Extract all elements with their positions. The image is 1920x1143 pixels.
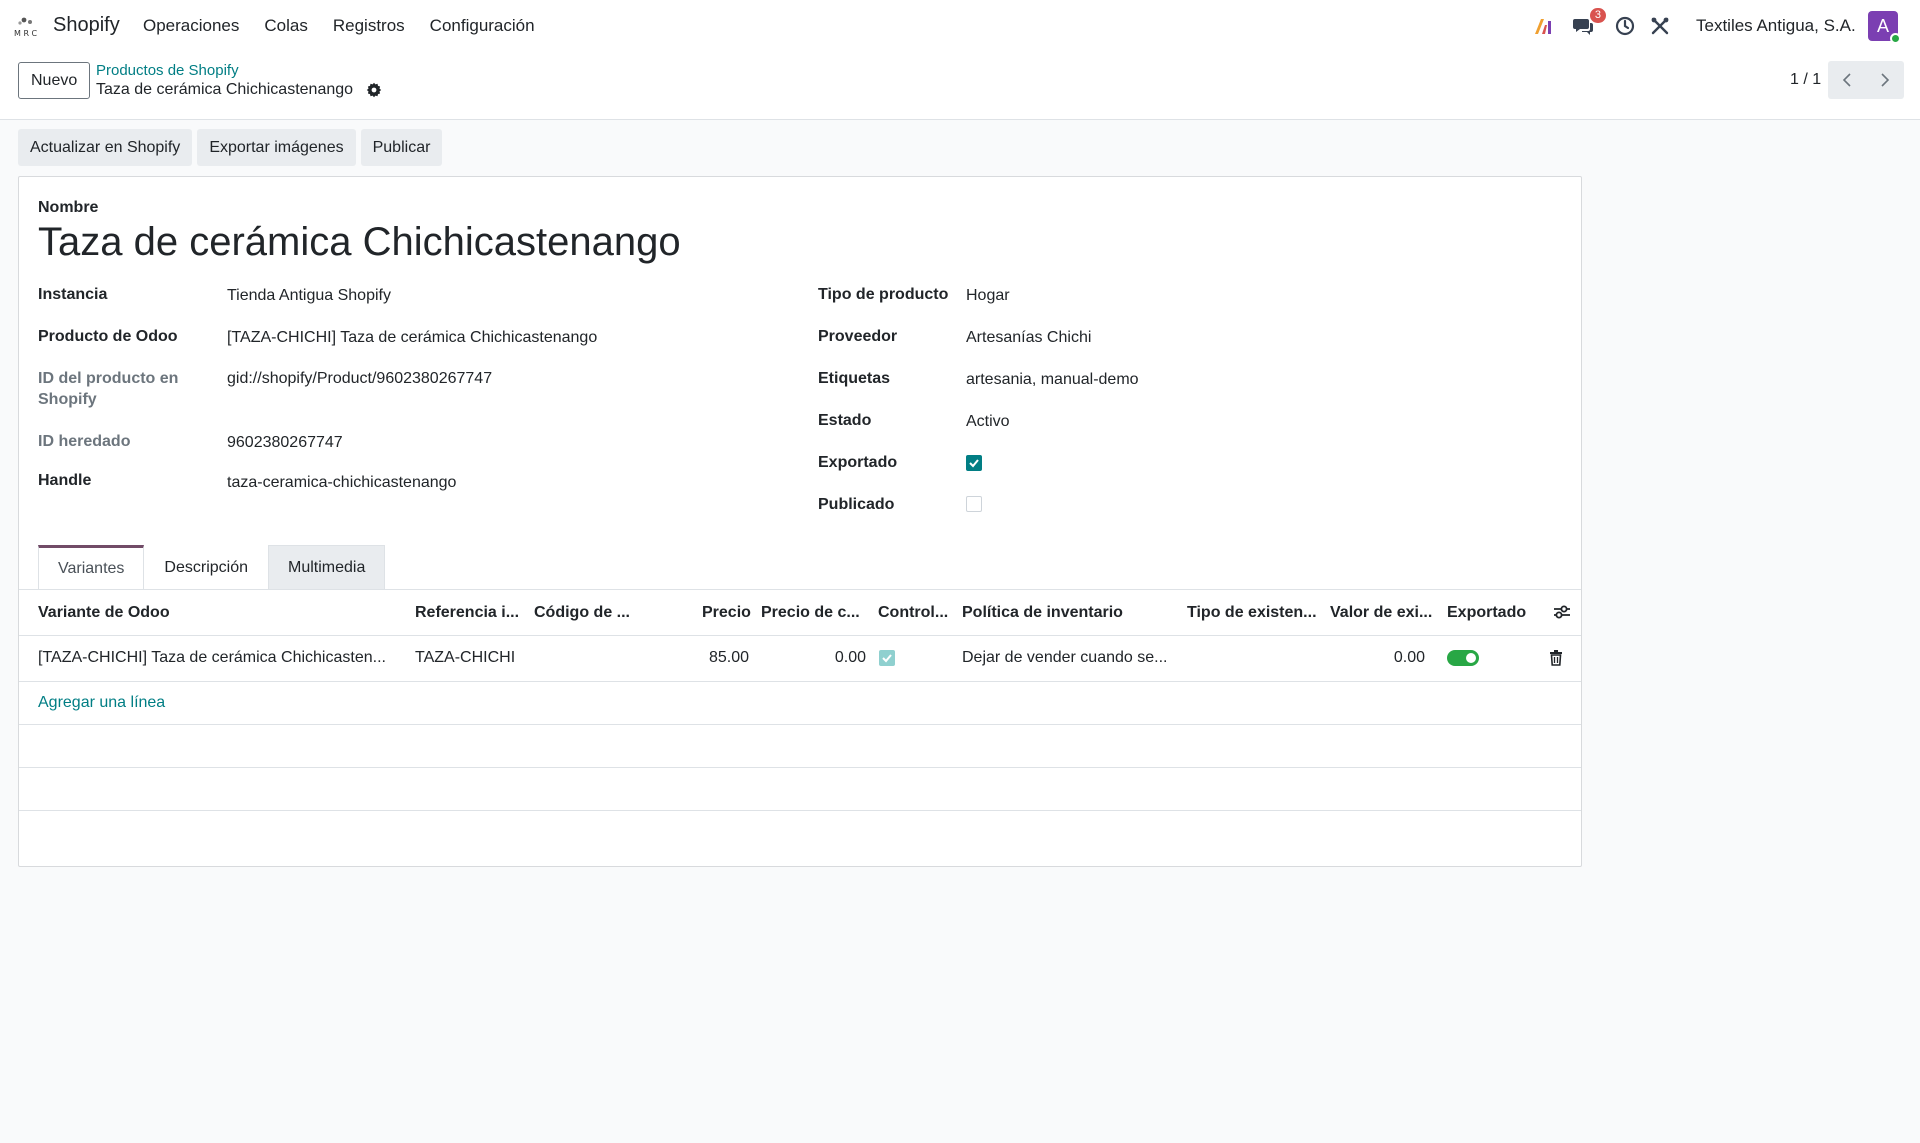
col-codigo[interactable]: Código de ... — [534, 604, 630, 622]
action-buttons: Actualizar en Shopify Exportar imágenes … — [18, 129, 443, 166]
instancia-field[interactable]: Tienda Antigua Shopify — [227, 287, 391, 305]
id-producto-label: ID del producto en Shopify — [38, 370, 178, 412]
avatar-initial: A — [1876, 15, 1889, 36]
cell-exportado-toggle[interactable] — [1447, 650, 1479, 666]
col-control[interactable]: Control... — [878, 604, 948, 622]
control-panel: Nuevo Productos de Shopify Taza de cerám… — [0, 52, 1920, 120]
menu-item-colas[interactable]: Colas — [264, 16, 307, 36]
col-referencia[interactable]: Referencia i... — [415, 604, 519, 622]
exportado-label: Exportado — [818, 454, 898, 471]
id-producto-field: gid://shopify/Product/9602380267747 — [227, 370, 493, 387]
cell-referencia: TAZA-CHICHI — [415, 649, 516, 666]
proveedor-field[interactable]: Artesanías Chichi — [966, 329, 1091, 347]
estado-label: Estado — [818, 412, 872, 429]
table-row[interactable]: [TAZA-CHICHI] Taza de cerámica Chichicas… — [19, 636, 1581, 682]
col-precio[interactable]: Precio — [702, 604, 751, 622]
table-filler-row — [19, 768, 1581, 811]
app-brand[interactable]: Shopify — [53, 14, 120, 37]
optional-columns-icon[interactable] — [1553, 604, 1571, 625]
table-filler-row — [19, 682, 1581, 725]
table-filler-row — [19, 811, 1581, 854]
col-valor-existencia[interactable]: Valor de exi... — [1330, 604, 1432, 622]
handle-field[interactable]: taza-ceramica-chichicastenango — [227, 474, 456, 492]
svg-text:M R C: M R C — [14, 29, 38, 38]
cell-politica: Dejar de vender cuando se... — [962, 649, 1168, 666]
tipo-producto-field[interactable]: Hogar — [966, 287, 1010, 305]
toggle-knob — [1466, 653, 1476, 663]
handle-label: Handle — [38, 472, 92, 489]
form-sheet: Nombre Taza de cerámica Chichicastenango… — [18, 176, 1582, 867]
publicado-checkbox[interactable] — [966, 496, 982, 512]
chevron-left-icon — [1842, 73, 1851, 87]
main-menu: Operaciones Colas Registros Configuració… — [143, 16, 560, 36]
name-field[interactable]: Taza de cerámica Chichicastenango — [38, 220, 681, 265]
instancia-label: Instancia — [38, 286, 108, 303]
id-producto-label-line1: ID del producto en — [38, 370, 179, 387]
trash-icon[interactable] — [1549, 650, 1563, 671]
breadcrumb-parent[interactable]: Productos de Shopify — [96, 62, 239, 79]
id-heredado-label: ID heredado — [38, 433, 131, 450]
pager-value[interactable]: 1 / 1 — [1790, 71, 1821, 89]
messages-badge: 3 — [1589, 8, 1606, 23]
gear-icon[interactable] — [366, 82, 382, 98]
producto-odoo-field[interactable]: [TAZA-CHICHI] Taza de cerámica Chichicas… — [227, 329, 597, 347]
cell-variante: [TAZA-CHICHI] Taza de cerámica Chichicas… — [38, 649, 386, 666]
col-exportado[interactable]: Exportado — [1447, 604, 1526, 622]
menu-item-operaciones[interactable]: Operaciones — [143, 16, 239, 36]
new-button[interactable]: Nuevo — [18, 62, 91, 99]
messages-icon[interactable]: 3 — [1572, 8, 1606, 37]
export-images-button[interactable]: Exportar imágenes — [197, 129, 356, 166]
proveedor-label: Proveedor — [818, 328, 898, 345]
name-label: Nombre — [38, 199, 99, 216]
publicado-label: Publicado — [818, 496, 895, 513]
online-status-dot — [1890, 33, 1901, 44]
apps-menu-icon[interactable]: M R C — [14, 14, 44, 38]
producto-odoo-label: Producto de Odoo — [38, 328, 178, 345]
top-navbar: M R C Shopify Operaciones Colas Registro… — [0, 0, 1920, 52]
activity-clock-icon[interactable] — [1614, 15, 1636, 37]
tab-variantes[interactable]: Variantes — [38, 545, 145, 590]
etiquetas-field[interactable]: artesania, manual-demo — [966, 371, 1139, 389]
company-switcher[interactable]: Textiles Antigua, S.A. — [1696, 16, 1856, 36]
cell-precio: 85.00 — [708, 649, 749, 666]
pager-next-button[interactable] — [1866, 61, 1904, 99]
user-avatar[interactable]: A — [1868, 11, 1901, 44]
id-producto-label-line2: Shopify — [38, 391, 97, 408]
table-filler-row — [19, 725, 1581, 768]
cell-valor-existencia: 0.00 — [1393, 649, 1425, 666]
update-shopify-button[interactable]: Actualizar en Shopify — [18, 129, 193, 166]
chevron-right-icon — [1881, 73, 1890, 87]
menu-item-registros[interactable]: Registros — [333, 16, 405, 36]
check-icon — [882, 654, 892, 663]
col-tipo-existencia[interactable]: Tipo de existen... — [1187, 604, 1317, 622]
check-icon — [969, 459, 979, 468]
notebook-tabs: Variantes Descripción Multimedia — [38, 545, 386, 590]
exportado-checkbox[interactable] — [966, 455, 982, 471]
tools-icon[interactable] — [1649, 15, 1671, 37]
cell-control-checkbox — [879, 650, 895, 666]
col-precio-comparacion[interactable]: Precio de c... — [761, 604, 860, 622]
menu-item-configuracion[interactable]: Configuración — [430, 16, 535, 36]
tab-multimedia[interactable]: Multimedia — [268, 545, 386, 590]
ai-icon[interactable] — [1532, 15, 1554, 37]
etiquetas-label: Etiquetas — [818, 370, 891, 387]
id-heredado-field: 9602380267747 — [227, 434, 343, 451]
col-variante[interactable]: Variante de Odoo — [38, 604, 170, 622]
tipo-producto-label: Tipo de producto — [818, 286, 949, 303]
breadcrumb-current: Taza de cerámica Chichicastenango — [96, 81, 354, 98]
tab-descripcion[interactable]: Descripción — [144, 545, 268, 590]
publish-button[interactable]: Publicar — [360, 129, 443, 166]
col-politica[interactable]: Política de inventario — [962, 604, 1123, 622]
variants-table-header: Variante de Odoo Referencia i... Código … — [19, 590, 1581, 636]
estado-field[interactable]: Activo — [966, 413, 1010, 431]
cell-precio-comparacion: 0.00 — [834, 649, 866, 666]
pager-previous-button[interactable] — [1828, 61, 1866, 99]
